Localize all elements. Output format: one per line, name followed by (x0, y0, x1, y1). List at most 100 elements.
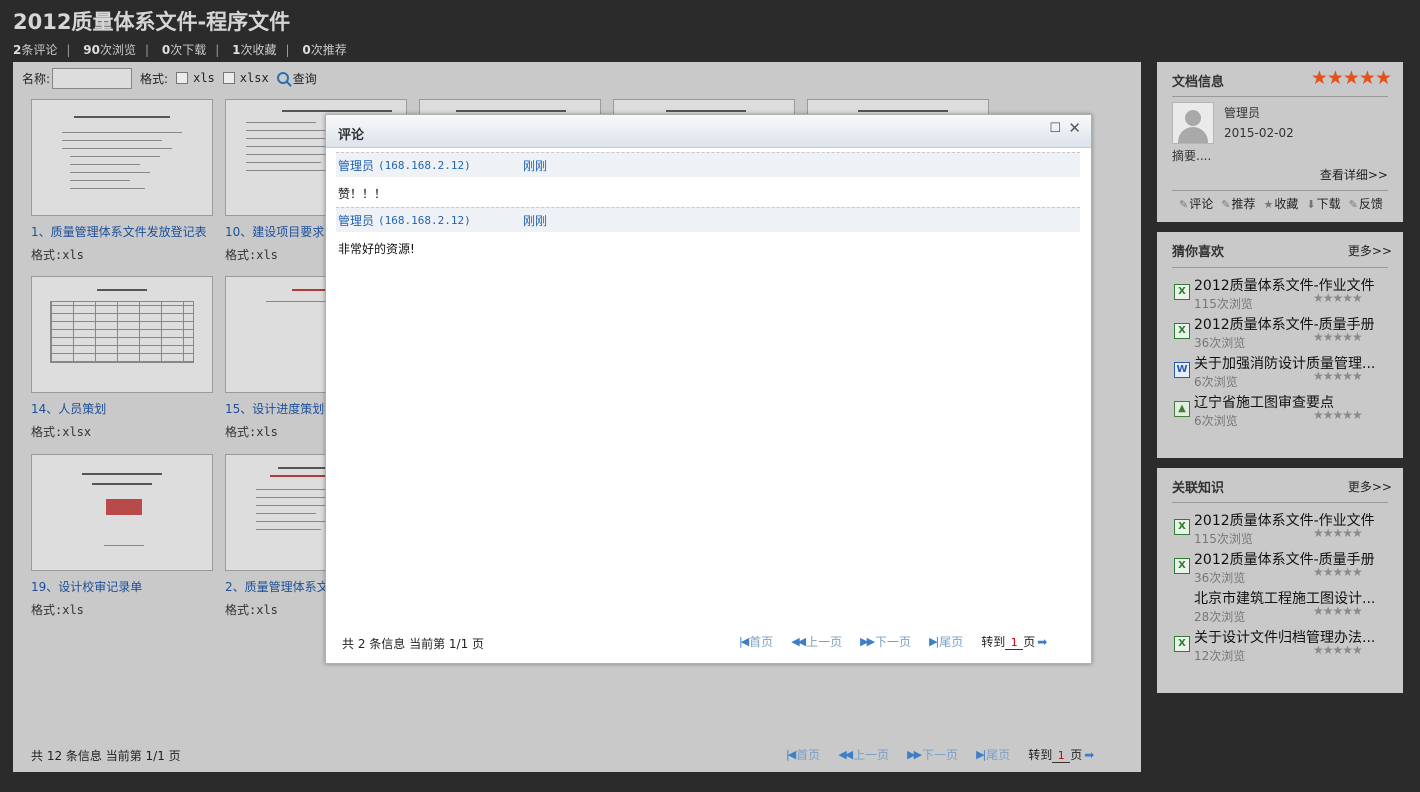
comment-author[interactable]: 管理员 (338, 212, 374, 229)
excel-icon: X (1174, 636, 1190, 652)
dialog-pager-info: 共 2 条信息 当前第 1/1 页 (342, 637, 485, 651)
avatar (1172, 102, 1214, 144)
name-label: 名称: (22, 71, 51, 86)
rating-stars: ★★★★★ (1313, 408, 1363, 422)
doc-card[interactable]: 19、设计校审记录单 格式:xls (31, 454, 215, 618)
list-item[interactable]: X 2012质量体系文件-作业文件 115次浏览 ★★★★★ (1172, 275, 1392, 313)
goto-page-input[interactable]: 1 (1005, 636, 1024, 650)
next-page-link[interactable]: ▶▶ 下一页 (907, 746, 958, 763)
guess-more-link[interactable]: 更多>> (1348, 242, 1392, 259)
rating-stars: ★★★★★ (1313, 643, 1363, 657)
doc-title-link[interactable]: 14、人员策划 (31, 400, 215, 417)
doc-author[interactable]: 管理员 (1224, 104, 1260, 121)
edit-icon: ✎ (1179, 198, 1189, 211)
list-item[interactable]: X 2012质量体系文件-作业文件 115次浏览 ★★★★★ (1172, 510, 1392, 548)
maximize-icon[interactable]: ☐ (1049, 121, 1061, 136)
comment-action[interactable]: ✎评论 (1179, 195, 1213, 212)
rating-stars: ★★★★★ (1313, 526, 1363, 540)
go-arrow-icon[interactable]: ➡ (1084, 748, 1094, 762)
last-page-link[interactable]: ▶| 尾页 (976, 746, 1010, 763)
rating-stars: ★★★★★ (1313, 291, 1363, 305)
doc-title-link[interactable]: 19、设计校审记录单 (31, 578, 215, 595)
dialog-header: 评论 ☐ ✕ (326, 115, 1091, 148)
list-item[interactable]: 北京市建筑工程施工图设计... 28次浏览 ★★★★★ (1172, 588, 1392, 626)
name-input[interactable] (52, 67, 133, 89)
rating-stars: ★★★★★ (1310, 67, 1392, 89)
go-arrow-icon[interactable]: ➡ (1037, 635, 1047, 649)
download-action[interactable]: ⬇下载 (1306, 195, 1340, 212)
doc-card[interactable]: 14、人员策划 格式:xlsx (31, 276, 215, 440)
star-icon: ★ (1263, 198, 1274, 211)
divider: | (215, 43, 220, 57)
doc-card[interactable]: 1、质量管理体系文件发放登记表 格式:xls (31, 99, 215, 263)
list-item[interactable]: X 关于设计文件归档管理办法... 12次浏览 ★★★★★ (1172, 627, 1392, 665)
query-button[interactable]: 查询 (293, 70, 317, 87)
guess-title: 猜你喜欢 (1172, 245, 1225, 260)
doc-title-link[interactable]: 1、质量管理体系文件发放登记表 (31, 223, 215, 240)
comment-time: 刚刚 (523, 213, 548, 228)
doc-info-title: 文档信息 (1172, 75, 1225, 90)
comment-text: 赞！！！ (338, 187, 387, 201)
favorite-label: 次收藏 (240, 43, 277, 57)
doc-format: 格式:xls (31, 603, 84, 617)
comment-author[interactable]: 管理员 (338, 157, 374, 174)
word-icon: W (1174, 362, 1190, 378)
search-icon[interactable] (276, 72, 289, 84)
first-page-icon: |◀ (739, 635, 749, 648)
xlsx-option-label: xlsx (239, 71, 269, 85)
close-icon[interactable]: ✕ (1068, 119, 1081, 137)
doc-summary: 摘要.... (1172, 149, 1212, 163)
doc-format: 格式:xls (31, 248, 84, 262)
comment-time: 刚刚 (523, 158, 548, 173)
main-pager-info: 共 12 条信息 当前第 1/1 页 (31, 749, 181, 763)
next-page-link[interactable]: ▶▶ 下一页 (860, 633, 911, 650)
list-item[interactable]: ▲ 辽宁省施工图审查要点 6次浏览 ★★★★★ (1172, 392, 1392, 430)
xlsx-checkbox[interactable] (222, 72, 235, 84)
goto-page: 转到 1 页 ➡ (1028, 746, 1094, 763)
feedback-icon: ✎ (1348, 198, 1358, 211)
doc-thumbnail[interactable] (31, 99, 213, 216)
main-pager: |◀ 首页 ◀◀ 上一页 ▶▶ 下一页 ▶| 尾页 转到 1 页 ➡ (768, 746, 1094, 763)
excel-icon: X (1174, 519, 1190, 535)
download-label: 次下载 (170, 43, 207, 57)
rating-stars: ★★★★★ (1313, 565, 1363, 579)
doc-info-panel: 文档信息 ★★★★★ 管理员 2015-02-02 摘要.... 查看详细>> … (1157, 62, 1403, 222)
excel-icon: X (1174, 323, 1190, 339)
feedback-action[interactable]: ✎反馈 (1349, 195, 1383, 212)
goto-page-input[interactable]: 1 (1052, 749, 1071, 763)
prev-page-link[interactable]: ◀◀ 上一页 (838, 746, 889, 763)
next-page-icon: ▶▶ (860, 635, 875, 648)
next-page-icon: ▶▶ (907, 748, 922, 761)
list-item[interactable]: X 2012质量体系文件-质量手册 36次浏览 ★★★★★ (1172, 549, 1392, 587)
doc-thumbnail[interactable] (31, 276, 213, 393)
recommend-action[interactable]: ✎推荐 (1221, 195, 1255, 212)
divider: | (66, 43, 71, 57)
prev-page-link[interactable]: ◀◀ 上一页 (791, 633, 842, 650)
related-more-link[interactable]: 更多>> (1348, 478, 1392, 495)
download-icon: ⬇ (1306, 198, 1316, 211)
xls-checkbox[interactable] (176, 72, 189, 84)
rating-stars: ★★★★★ (1313, 604, 1363, 618)
last-page-link[interactable]: ▶| 尾页 (929, 633, 963, 650)
doc-date: 2015-02-02 (1224, 126, 1294, 140)
filter-bar: 名称: 格式: xls xlsx 查询 (22, 67, 317, 89)
first-page-link[interactable]: |◀ 首页 (786, 746, 820, 763)
view-label: 次浏览 (99, 43, 136, 57)
recommend-label: 次推荐 (310, 43, 347, 57)
goto-label: 转到 (1028, 748, 1053, 762)
view-details-link[interactable]: 查看详细>> (1320, 166, 1388, 183)
list-item[interactable]: W 关于加强消防设计质量管理... 6次浏览 ★★★★★ (1172, 353, 1392, 391)
format-label: 格式: (140, 71, 169, 86)
first-page-link[interactable]: |◀ 首页 (739, 633, 773, 650)
comment-label: 条评论 (21, 43, 58, 57)
download-count: 0 (161, 43, 171, 57)
doc-stats: 2条评论 | 90次浏览 | 0次下载 | 1次收藏 | 0次推荐 (13, 41, 347, 58)
view-count: 90 (83, 43, 100, 57)
doc-thumbnail[interactable] (31, 454, 213, 571)
last-page-icon: ▶| (929, 635, 939, 648)
guess-you-like-panel: 猜你喜欢 更多>> X 2012质量体系文件-作业文件 115次浏览 ★★★★★… (1157, 232, 1403, 458)
list-item[interactable]: X 2012质量体系文件-质量手册 36次浏览 ★★★★★ (1172, 314, 1392, 352)
page-title: 2012质量体系文件-程序文件 (13, 10, 291, 34)
favorite-action[interactable]: ★收藏 (1263, 195, 1298, 212)
prev-page-icon: ◀◀ (791, 635, 806, 648)
